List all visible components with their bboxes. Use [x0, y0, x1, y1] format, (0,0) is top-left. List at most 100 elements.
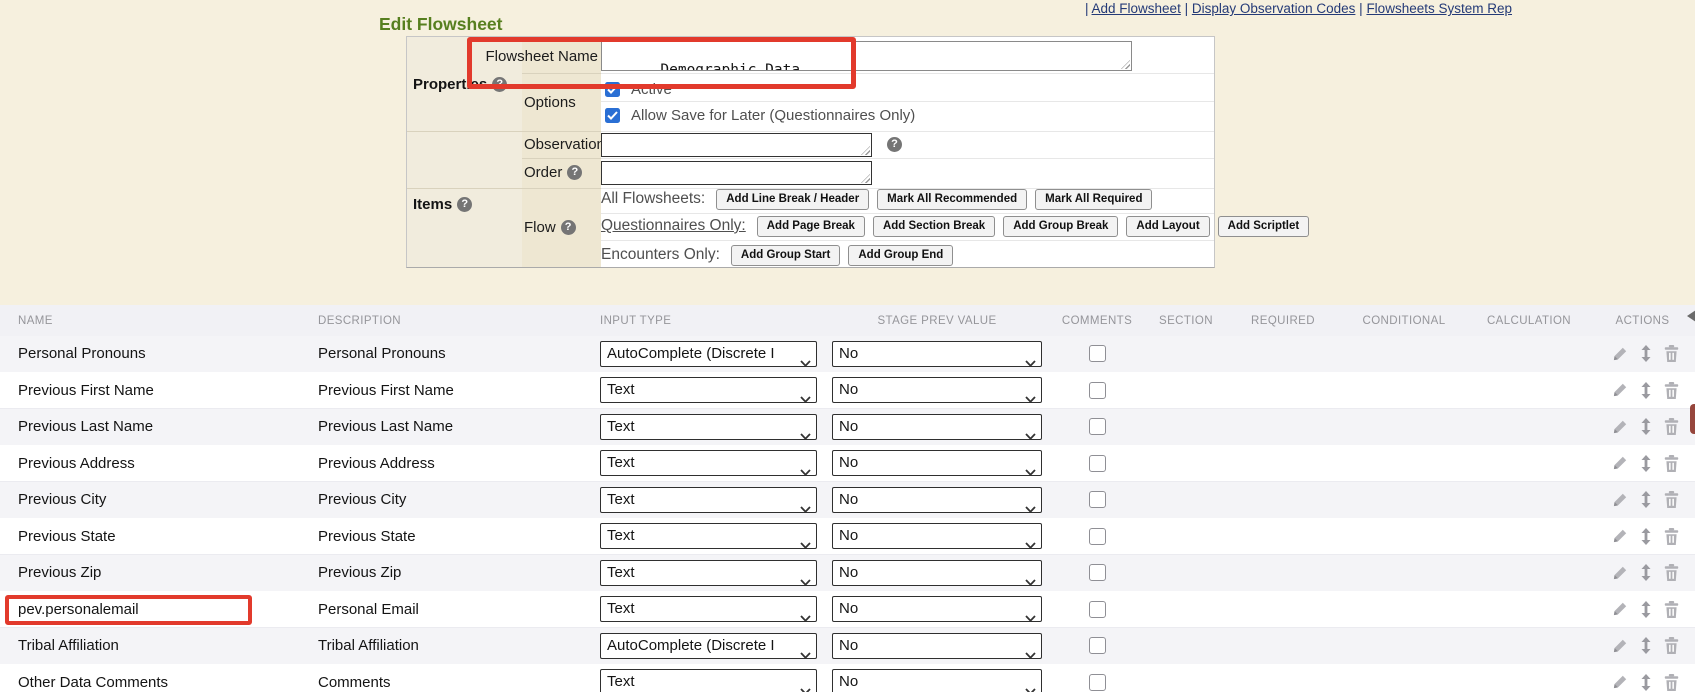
add-section-break-button[interactable]: Add Section Break — [873, 216, 995, 237]
order-input[interactable] — [601, 161, 872, 185]
input-type-select[interactable]: Text — [600, 523, 817, 549]
add-group-start-button[interactable]: Add Group Start — [731, 245, 840, 266]
cell-actions — [1590, 418, 1695, 435]
stage-prev-value-select[interactable]: No — [832, 596, 1042, 622]
link-add-flowsheet[interactable]: Add Flowsheet — [1092, 1, 1181, 16]
move-updown-icon[interactable] — [1641, 564, 1651, 581]
edit-pencil-icon[interactable] — [1612, 419, 1628, 435]
comments-checkbox[interactable] — [1089, 674, 1106, 691]
delete-trash-icon[interactable] — [1664, 601, 1679, 618]
clipped-edge-marker — [1690, 404, 1695, 434]
cell-name: Previous Zip — [0, 555, 318, 591]
edit-pencil-icon[interactable] — [1612, 565, 1628, 581]
add-group-end-button[interactable]: Add Group End — [848, 245, 953, 266]
delete-trash-icon[interactable] — [1664, 455, 1679, 472]
input-type-select[interactable]: Text — [600, 560, 817, 586]
help-icon[interactable]: ? — [492, 77, 507, 92]
edit-pencil-icon[interactable] — [1612, 346, 1628, 362]
resize-grip-icon[interactable] — [861, 174, 870, 183]
edit-pencil-icon[interactable] — [1612, 674, 1628, 690]
flowsheet-name-input[interactable]: Demographic Data — [601, 41, 1132, 71]
add-line-break-header-button[interactable]: Add Line Break / Header — [716, 189, 869, 210]
comments-checkbox[interactable] — [1089, 418, 1106, 435]
delete-trash-icon[interactable] — [1664, 418, 1679, 435]
link-separator: | — [1181, 1, 1192, 16]
stage-prev-value-select[interactable]: No — [832, 560, 1042, 586]
input-type-select[interactable]: Text — [600, 414, 817, 440]
stage-prev-value-select[interactable]: No — [832, 341, 1042, 367]
stage-prev-value-select[interactable]: No — [832, 669, 1042, 692]
stage-prev-value-select[interactable]: No — [832, 377, 1042, 403]
delete-trash-icon[interactable] — [1664, 528, 1679, 545]
comments-checkbox[interactable] — [1089, 382, 1106, 399]
input-type-select[interactable]: Text — [600, 450, 817, 476]
move-updown-icon[interactable] — [1641, 491, 1651, 508]
move-updown-icon[interactable] — [1641, 382, 1651, 399]
input-type-select[interactable]: Text — [600, 487, 817, 513]
table-row-previous-last-name: Previous Last Name Previous Last Name Te… — [0, 409, 1695, 446]
move-updown-icon[interactable] — [1641, 345, 1651, 362]
add-group-break-button[interactable]: Add Group Break — [1003, 216, 1118, 237]
clipped-arrow-icon — [1687, 310, 1695, 322]
delete-trash-icon[interactable] — [1664, 382, 1679, 399]
help-icon[interactable]: ? — [887, 137, 902, 152]
delete-trash-icon[interactable] — [1664, 564, 1679, 581]
move-updown-icon[interactable] — [1641, 601, 1651, 618]
move-updown-icon[interactable] — [1641, 637, 1651, 654]
delete-trash-icon[interactable] — [1664, 345, 1679, 362]
comments-checkbox[interactable] — [1089, 601, 1106, 618]
edit-pencil-icon[interactable] — [1612, 382, 1628, 398]
active-checkbox[interactable] — [605, 82, 620, 97]
edit-pencil-icon[interactable] — [1612, 638, 1628, 654]
observation-input[interactable] — [601, 133, 872, 157]
allow-save-checkbox[interactable] — [605, 108, 620, 123]
delete-trash-icon[interactable] — [1664, 637, 1679, 654]
link-flowsheets-system-rep[interactable]: Flowsheets System Rep — [1366, 1, 1512, 16]
header-actions: ACTIONS — [1590, 315, 1695, 327]
comments-checkbox[interactable] — [1089, 564, 1106, 581]
mark-all-recommended-button[interactable]: Mark All Recommended — [877, 189, 1027, 210]
resize-grip-icon[interactable] — [1121, 60, 1130, 69]
input-type-select[interactable]: Text — [600, 596, 817, 622]
add-page-break-button[interactable]: Add Page Break — [757, 216, 865, 237]
stage-prev-value-select[interactable]: No — [832, 414, 1042, 440]
comments-checkbox[interactable] — [1089, 455, 1106, 472]
help-icon[interactable]: ? — [457, 197, 472, 212]
comments-checkbox[interactable] — [1089, 491, 1106, 508]
help-icon[interactable]: ? — [561, 220, 576, 235]
stage-prev-value-select[interactable]: No — [832, 523, 1042, 549]
input-type-select[interactable]: AutoComplete (Discrete I — [600, 341, 817, 367]
input-type-select[interactable]: Text — [600, 669, 817, 692]
edit-pencil-icon[interactable] — [1612, 601, 1628, 617]
chevron-down-icon — [1025, 460, 1036, 476]
comments-checkbox[interactable] — [1089, 345, 1106, 362]
chevron-down-icon — [800, 606, 811, 622]
table-row-previous-first-name: Previous First Name Previous First Name … — [0, 373, 1695, 410]
help-icon[interactable]: ? — [567, 165, 582, 180]
add-layout-button[interactable]: Add Layout — [1126, 216, 1209, 237]
input-type-select[interactable]: AutoComplete (Discrete I — [600, 633, 817, 659]
add-scriptlet-button[interactable]: Add Scriptlet — [1218, 216, 1310, 237]
delete-trash-icon[interactable] — [1664, 491, 1679, 508]
move-updown-icon[interactable] — [1641, 455, 1651, 472]
divider — [601, 158, 1214, 159]
move-updown-icon[interactable] — [1641, 528, 1651, 545]
move-updown-icon[interactable] — [1641, 674, 1651, 691]
flowsheet-name-label: Flowsheet Name — [407, 48, 598, 64]
delete-trash-icon[interactable] — [1664, 674, 1679, 691]
comments-checkbox[interactable] — [1089, 637, 1106, 654]
input-type-select[interactable]: Text — [600, 377, 817, 403]
stage-prev-value-select[interactable]: No — [832, 487, 1042, 513]
edit-pencil-icon[interactable] — [1612, 492, 1628, 508]
move-updown-icon[interactable] — [1641, 418, 1651, 435]
edit-pencil-icon[interactable] — [1612, 528, 1628, 544]
link-display-observation-codes[interactable]: Display Observation Codes — [1192, 1, 1356, 16]
cell-name: pev.personalemail — [0, 592, 318, 628]
stage-prev-value-select[interactable]: No — [832, 633, 1042, 659]
edit-pencil-icon[interactable] — [1612, 455, 1628, 471]
cell-name: Tribal Affiliation — [0, 628, 318, 664]
mark-all-required-button[interactable]: Mark All Required — [1035, 189, 1152, 210]
stage-prev-value-select[interactable]: No — [832, 450, 1042, 476]
resize-grip-icon[interactable] — [861, 146, 870, 155]
comments-checkbox[interactable] — [1089, 528, 1106, 545]
